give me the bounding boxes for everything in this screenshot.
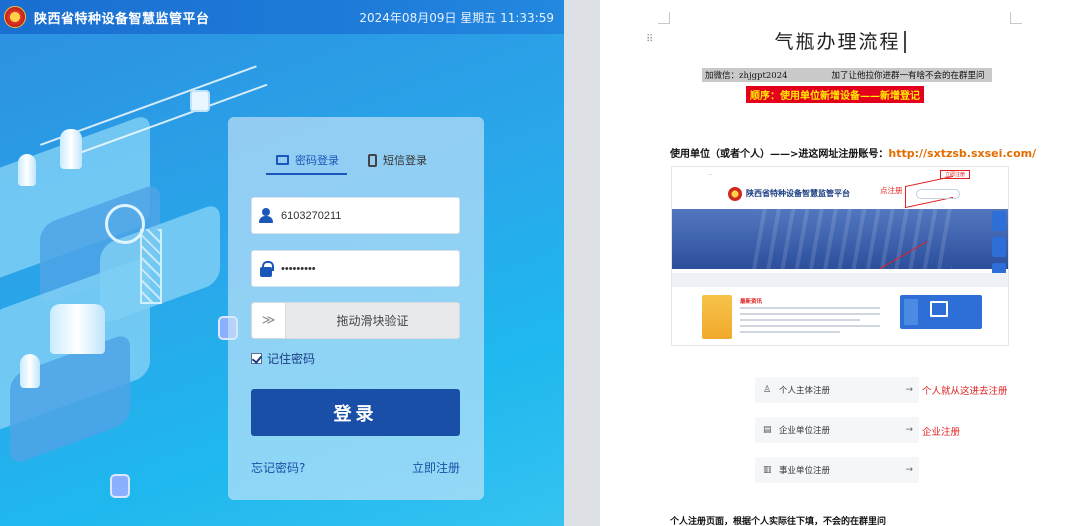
arrow-right-icon: → [905,425,913,435]
tank-shape [18,154,36,186]
step-url-link[interactable]: http://sxtzsb.sxsei.com/ [888,147,1036,160]
slider-handle[interactable]: ≫ [252,303,286,338]
institution-registration-item[interactable]: ▥ 事业单位注册 → [755,457,919,483]
shot-annotation: 点注册 [880,186,903,195]
shot-search-box [916,189,960,199]
login-card: 密码登录 短信登录 ≫ 拖动滑块验证 记住密码 [228,117,484,500]
tank-shape [50,304,105,354]
username-field [251,197,460,234]
shot-text-line [740,325,880,327]
remember-password[interactable]: 记住密码 [251,350,315,367]
shot-news-title: 最新资讯 [740,299,763,305]
login-button[interactable]: 登录 [251,389,460,436]
phone-icon [368,153,377,167]
building-icon: ▤ [763,425,772,435]
shot-text-line [740,331,840,333]
remember-label: 记住密码 [267,352,316,366]
document-title-text: 气瓶办理流程 [774,31,906,53]
document-page: ⠿ 气瓶办理流程 加微信：zhjgpt2024 加了让他拉你进群一有啥不会的在群… [600,0,1080,526]
tab-password-login[interactable]: 密码登录 [266,147,347,175]
username-input[interactable] [281,209,441,222]
lock-icon [260,260,274,277]
remember-checkbox[interactable] [251,353,262,364]
arrow-right-icon: → [905,385,913,395]
shot-book-image [702,295,732,339]
monitor-icon [276,155,289,165]
enterprise-registration-note: 企业注册 [922,427,961,438]
tab-label: 短信登录 [383,154,427,167]
wechat-group-text: 加了让他拉你进群一有啥不会的在群里问 [831,71,985,81]
login-page: 陕西省特种设备智慧监管平台 2024年08月09日 星期五 11:33:59 密… [0,0,564,526]
step-instruction: 使用单位（或者个人）——>进这网址注册账号：http://sxtzsb.sxse… [670,145,1036,160]
margin-corner-mark [658,12,670,24]
margin-corner-mark [1010,12,1022,24]
shot-header: ... 立即注册 陕西省特种设备智慧监管平台 点注册 [672,167,1008,209]
forgot-password-link[interactable]: 忘记密码? [251,459,305,476]
person-icon: ♙ [763,385,772,395]
order-highlight: 顺序：使用单位新增设备——新增登记 [746,86,924,103]
registration-label: 个人主体注册 [779,386,831,396]
embedded-screenshot: ... 立即注册 陕西省特种设备智慧监管平台 点注册 最新资讯 [671,166,1009,346]
tank-shape [60,129,82,169]
personal-registration-note: 个人就从这进去注册 [922,386,1008,397]
window-divider [564,0,600,526]
personal-registration-item[interactable]: ♙ 个人主体注册 → [755,377,919,403]
screen-root: 陕西省特种设备智慧监管平台 2024年08月09日 星期五 11:33:59 密… [0,0,1080,526]
login-tabs: 密码登录 短信登录 [228,147,484,175]
password-field [251,250,460,287]
shot-quick-tiles [900,295,982,329]
tab-label: 密码登录 [295,154,339,167]
arrow-right-icon: → [905,465,913,475]
side-button [992,237,1006,257]
annotation-arrow [866,241,928,269]
tank-shape [20,354,40,388]
slider-label: 拖动滑块验证 [336,314,409,328]
shot-text-line [740,319,860,321]
shot-text-line [740,307,880,309]
emblem-icon [728,187,742,201]
side-button [992,211,1006,231]
register-now-link[interactable]: 立即注册 [412,459,460,476]
registration-label: 事业单位注册 [779,466,831,476]
crane-tower-shape [140,229,162,304]
tab-sms-login[interactable]: 短信登录 [368,147,427,173]
shot-site-title: 陕西省特种设备智慧监管平台 [746,189,850,198]
shot-side-buttons [992,211,1006,305]
site-title: 陕西省特种设备智慧监管平台 [34,11,210,27]
top-bar: 陕西省特种设备智慧监管平台 2024年08月09日 星期五 11:33:59 [0,0,564,34]
shot-text-line [740,313,880,315]
shot-top-links: ... [708,171,713,177]
slider-captcha[interactable]: ≫ 拖动滑块验证 [251,302,460,339]
datetime-display: 2024年08月09日 星期五 11:33:59 [359,10,554,25]
enterprise-registration-item[interactable]: ▤ 企业单位注册 → [755,417,919,443]
robot-icon [110,474,130,498]
document-title: 气瓶办理流程 [600,27,1080,54]
wechat-info-line: 加微信：zhjgpt2024 加了让他拉你进群一有啥不会的在群里问 [702,68,992,82]
user-icon [259,208,273,223]
shot-banner [672,209,1008,269]
ferris-wheel-shape [105,204,145,244]
password-input[interactable] [281,262,441,275]
emblem-icon [4,6,26,28]
institution-icon: ▥ [763,465,772,475]
wechat-id-text: 加微信：zhjgpt2024 [705,71,788,81]
bottom-instruction: 个人注册页面，根据个人实际往下填，不会的在群里问 [670,517,887,526]
registration-label: 企业单位注册 [779,426,831,436]
gondola-icon [190,90,210,112]
step-text: 使用单位（或者个人）——>进这网址注册账号： [670,149,889,160]
shot-notice-bar [672,273,1008,287]
